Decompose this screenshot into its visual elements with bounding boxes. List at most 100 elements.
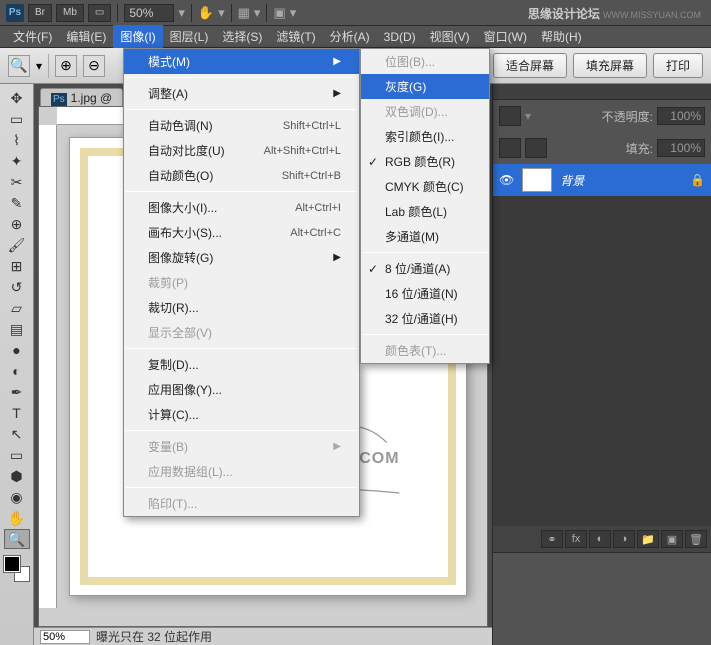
mode-lab[interactable]: Lab 颜色(L) xyxy=(361,199,489,224)
mode-bitmap: 位图(B)... xyxy=(361,49,489,74)
mode-8bit[interactable]: 8 位/通道(A) xyxy=(361,256,489,281)
layer-thumbnail[interactable] xyxy=(522,168,552,192)
layer-name[interactable]: 背景 xyxy=(560,172,584,189)
mask-icon[interactable]: ◐ xyxy=(589,530,611,548)
link-layers-icon[interactable]: ⚭ xyxy=(541,530,563,548)
menu-duplicate[interactable]: 复制(D)... xyxy=(124,352,359,377)
menu-canvas-size[interactable]: 画布大小(S)...Alt+Ctrl+C xyxy=(124,220,359,245)
zoom-tool-icon[interactable]: 🔍 xyxy=(8,55,30,77)
adjustment-icon[interactable]: ◑ xyxy=(613,530,635,548)
fit-screen-button[interactable]: 适合屏幕 xyxy=(493,53,567,78)
menu-apply-data-set: 应用数据组(L)... xyxy=(124,459,359,484)
menu-window[interactable]: 窗口(W) xyxy=(477,25,534,48)
hand-tool[interactable]: ✋ xyxy=(4,508,30,528)
brush-tool[interactable]: 🖌 xyxy=(4,235,30,255)
mode-rgb[interactable]: RGB 颜色(R) xyxy=(361,149,489,174)
menu-filter[interactable]: 滤镜(T) xyxy=(269,25,322,48)
screen-mode-icon[interactable]: ▣ xyxy=(273,5,285,21)
bridge-button[interactable]: Br xyxy=(28,4,52,22)
wand-tool[interactable]: ✦ xyxy=(4,151,30,171)
menu-help[interactable]: 帮助(H) xyxy=(534,25,589,48)
blur-tool[interactable]: ● xyxy=(4,340,30,360)
chevron-down-icon[interactable]: ▾ xyxy=(178,5,185,21)
menu-apply-image[interactable]: 应用图像(Y)... xyxy=(124,377,359,402)
menu-view[interactable]: 视图(V) xyxy=(423,25,477,48)
layout-button[interactable]: ▭ xyxy=(88,4,111,22)
mode-32bit[interactable]: 32 位/通道(H) xyxy=(361,306,489,331)
path-tool[interactable]: ↖ xyxy=(4,424,30,444)
menu-3d[interactable]: 3D(D) xyxy=(377,27,423,47)
pen-tool[interactable]: ✒ xyxy=(4,382,30,402)
crop-tool[interactable]: ✂ xyxy=(4,172,30,192)
new-layer-icon[interactable]: ▣ xyxy=(661,530,683,548)
mini-bridge-button[interactable]: Mb xyxy=(56,4,84,22)
menu-edit[interactable]: 编辑(E) xyxy=(59,25,113,48)
menu-auto-contrast[interactable]: 自动对比度(U)Alt+Shift+Ctrl+L xyxy=(124,138,359,163)
opacity-field[interactable]: 100% xyxy=(657,107,705,125)
move-tool[interactable]: ✥ xyxy=(4,88,30,108)
blend-mode-select[interactable] xyxy=(499,106,521,126)
color-swatches[interactable] xyxy=(4,556,30,582)
mode-multichannel[interactable]: 多通道(M) xyxy=(361,224,489,249)
fill-field[interactable]: 100% xyxy=(657,139,705,157)
zoom-out-icon[interactable]: ⊖ xyxy=(83,55,105,77)
shape-tool[interactable]: ▭ xyxy=(4,445,30,465)
menu-layer[interactable]: 图层(L) xyxy=(163,25,216,48)
lock-buttons[interactable] xyxy=(499,138,521,158)
chevron-down-icon[interactable]: ▾ xyxy=(290,5,297,21)
menu-select[interactable]: 选择(S) xyxy=(215,25,269,48)
chevron-down-icon[interactable]: ▾ xyxy=(254,5,261,21)
opacity-label: 不透明度: xyxy=(602,108,653,125)
print-size-button[interactable]: 打印 xyxy=(653,53,703,78)
menu-file[interactable]: 文件(F) xyxy=(6,25,59,48)
eye-icon[interactable]: 👁 xyxy=(499,173,514,187)
zoom-in-icon[interactable]: ⊕ xyxy=(55,55,77,77)
menu-auto-tone[interactable]: 自动色调(N)Shift+Ctrl+L xyxy=(124,113,359,138)
zoom-field[interactable] xyxy=(40,630,90,644)
layer-row[interactable]: 👁 背景 🔒 xyxy=(493,164,711,196)
menu-analysis[interactable]: 分析(A) xyxy=(323,25,377,48)
mode-indexed[interactable]: 索引颜色(I)... xyxy=(361,124,489,149)
eyedropper-tool[interactable]: ✎ xyxy=(4,193,30,213)
menu-auto-color[interactable]: 自动颜色(O)Shift+Ctrl+B xyxy=(124,163,359,188)
menu-crop: 裁剪(P) xyxy=(124,270,359,295)
lasso-tool[interactable]: ⌇ xyxy=(4,130,30,150)
stamp-tool[interactable]: ⊞ xyxy=(4,256,30,276)
menu-image-rotation[interactable]: 图像旋转(G)▶ xyxy=(124,245,359,270)
mode-16bit[interactable]: 16 位/通道(N) xyxy=(361,281,489,306)
hand-icon[interactable]: ✋ xyxy=(198,5,214,21)
menu-image[interactable]: 图像(I) xyxy=(113,25,162,48)
menu-mode[interactable]: 模式(M)▶ xyxy=(124,49,359,74)
trash-icon[interactable]: 🗑 xyxy=(685,530,707,548)
fill-screen-button[interactable]: 填充屏幕 xyxy=(573,53,647,78)
type-tool[interactable]: T xyxy=(4,403,30,423)
mode-submenu: 位图(B)... 灰度(G) 双色调(D)... 索引颜色(I)... RGB … xyxy=(360,48,490,364)
foreground-color[interactable] xyxy=(4,556,20,572)
menu-trim[interactable]: 裁切(R)... xyxy=(124,295,359,320)
mode-duotone: 双色调(D)... xyxy=(361,99,489,124)
marquee-tool[interactable]: ▭ xyxy=(4,109,30,129)
lock-buttons[interactable] xyxy=(525,138,547,158)
fx-icon[interactable]: fx xyxy=(565,530,587,548)
brand-watermark: 思缘设计论坛 WWW.MISSYUAN.COM xyxy=(528,5,701,22)
zoom-select[interactable] xyxy=(124,4,174,22)
mode-grayscale[interactable]: 灰度(G) xyxy=(361,74,489,99)
menu-image-size[interactable]: 图像大小(I)...Alt+Ctrl+I xyxy=(124,195,359,220)
3d-camera-tool[interactable]: ◉ xyxy=(4,487,30,507)
history-brush-tool[interactable]: ↺ xyxy=(4,277,30,297)
chevron-down-icon[interactable]: ▾ xyxy=(218,5,225,21)
chevron-down-icon[interactable]: ▾ xyxy=(36,59,42,73)
menu-calculations[interactable]: 计算(C)... xyxy=(124,402,359,427)
document-tab[interactable]: Ps1.jpg @ xyxy=(40,88,123,106)
chevron-down-icon[interactable]: ▾ xyxy=(525,109,531,123)
dodge-tool[interactable]: ◐ xyxy=(4,361,30,381)
doc-arrange-icon[interactable]: ▦ xyxy=(238,5,250,21)
mode-cmyk[interactable]: CMYK 颜色(C) xyxy=(361,174,489,199)
gradient-tool[interactable]: ▤ xyxy=(4,319,30,339)
menu-adjust[interactable]: 调整(A)▶ xyxy=(124,81,359,106)
zoom-tool[interactable]: 🔍 xyxy=(4,529,30,549)
folder-icon[interactable]: 📁 xyxy=(637,530,659,548)
eraser-tool[interactable]: ▱ xyxy=(4,298,30,318)
3d-tool[interactable]: ⬢ xyxy=(4,466,30,486)
heal-tool[interactable]: ⊕ xyxy=(4,214,30,234)
